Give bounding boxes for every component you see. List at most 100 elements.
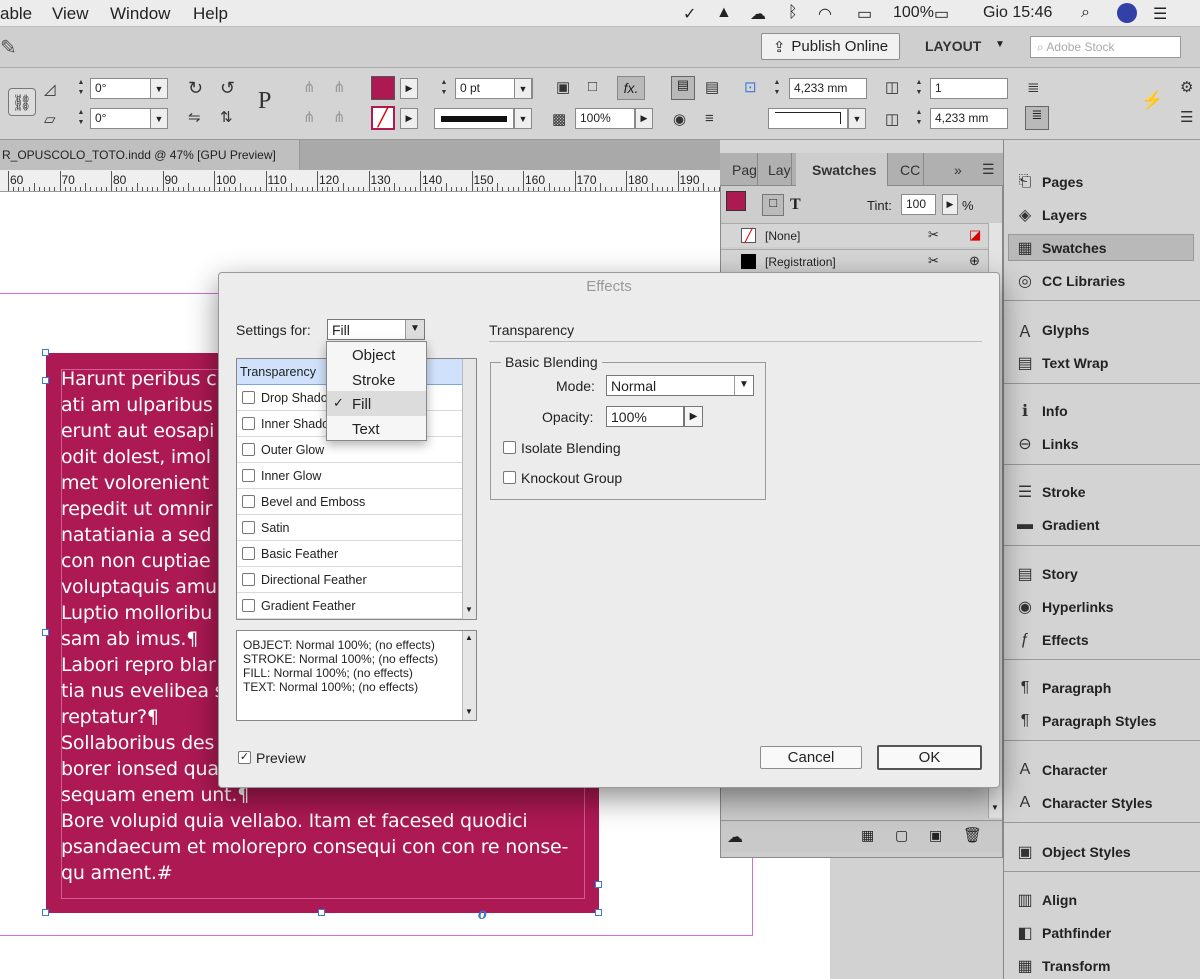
effect-checkbox[interactable] [242,469,255,482]
handle-top-left[interactable] [42,349,49,356]
width-spinner[interactable]: ▲ ▼ [770,78,784,99]
constrain-proportions-icon[interactable]: ⛓ [8,88,36,116]
opacity-slider-button[interactable]: ▶ [684,406,703,427]
dock-item-pages[interactable]: ⎗ Pages [1008,168,1195,195]
effect-checkbox[interactable] [242,417,255,430]
trash-icon[interactable]: 🗑 [963,826,982,844]
align-top-icon[interactable]: ▤ [705,78,719,96]
text-formatting-icon[interactable]: T [790,196,801,214]
dock-item-stroke[interactable]: ☰ Stroke [1008,478,1195,505]
menu-item-text[interactable]: Text [327,417,426,441]
menu-help[interactable]: Help [193,4,228,24]
handle-out-port[interactable] [595,881,602,888]
spotlight-icon[interactable]: ⌕ [1081,4,1090,22]
select-container-icon[interactable]: ⋔ [303,78,316,96]
justify-icon[interactable]: ≣ [1025,106,1049,130]
dock-item-gradient[interactable]: ▬ Gradient [1008,511,1195,538]
chevron-down-icon[interactable]: ▼ [995,39,1005,50]
rotate-spinner[interactable]: ▲ ▼ [74,78,88,99]
tab-pages[interactable]: Pag [732,153,758,186]
effect-item-satin[interactable]: Satin [237,515,462,541]
effect-item-inner-glow[interactable]: Inner Glow [237,463,462,489]
dock-item-character[interactable]: A Character [1008,756,1195,783]
text-frame-options-icon[interactable]: ▤ [671,76,695,100]
menu-item-fill[interactable]: Fill [327,392,426,416]
document-tab[interactable]: R_OPUSCOLO_TOTO.indd @ 47% [GPU Preview] [0,140,300,170]
gutter-field[interactable]: 4,233 mm [930,108,1008,129]
effects-list-scrollbar[interactable]: ▼ [462,359,476,619]
clock[interactable]: Gio 15:46 [983,4,1052,22]
effect-checkbox[interactable] [242,443,255,456]
panel-collapse-icon[interactable]: » [954,162,962,178]
select-prev-icon[interactable]: ⋔ [303,108,316,126]
effect-item-basic-feather[interactable]: Basic Feather [237,541,462,567]
columns-field[interactable]: 1 [930,78,1008,99]
gutter-spinner[interactable]: ▲ ▼ [912,108,926,129]
frame-fitting-icon[interactable]: ⊡ [744,78,757,96]
handle-left-middle[interactable] [42,629,49,636]
dock-item-story[interactable]: ▤ Story [1008,560,1195,587]
dock-item-cc-libraries[interactable]: ◎ CC Libraries [1008,267,1195,294]
dock-item-text-wrap[interactable]: ▤ Text Wrap [1008,349,1195,376]
show-swatches-icon[interactable]: ▦ [861,827,874,844]
effect-checkbox[interactable] [242,521,255,534]
stroke-type-dropdown[interactable]: ▼ [514,108,532,129]
menu-item-stroke[interactable]: Stroke [327,368,426,392]
dock-item-info[interactable]: ℹ Info [1008,397,1195,424]
new-group-icon[interactable]: ▢ [895,827,908,844]
stroke-weight-spinner[interactable]: ▲ ▼ [437,78,451,99]
shear-spinner[interactable]: ▲ ▼ [74,108,88,129]
menu-view[interactable]: View [52,4,89,24]
dock-item-paragraph[interactable]: ¶ Paragraph [1008,674,1195,701]
tab-swatches[interactable]: Swatches [796,153,888,186]
rotate-cw-icon[interactable]: ↻ [188,78,203,99]
knockout-group-checkbox[interactable] [503,471,516,484]
dock-item-swatches[interactable]: ▦ Swatches [1008,234,1195,261]
dock-item-align[interactable]: ▥ Align [1008,886,1195,913]
opacity-input[interactable]: 100% [606,406,684,427]
flip-horizontal-icon[interactable]: ⇋ [188,108,201,126]
swatch-row[interactable]: [Registration] ✂ ⊕ [721,249,988,273]
fill-swatch[interactable] [371,76,395,100]
effect-item-directional-feather[interactable]: Directional Feather [237,567,462,593]
opacity-field[interactable]: 100% [575,108,635,129]
dock-item-paragraph-styles[interactable]: ¶ Paragraph Styles [1008,707,1195,734]
summary-scrollbar[interactable]: ▲ ▼ [462,631,476,720]
tint-dropdown[interactable]: ▶ [942,194,958,215]
handle-bottom-right[interactable] [595,909,602,916]
handle-bottom-middle[interactable] [318,909,325,916]
stroke-style-icon[interactable]: □ [588,78,597,95]
panel-menu-icon[interactable]: ☰ [1180,108,1193,126]
handle-bottom-left[interactable] [42,909,49,916]
rotate-angle-dropdown[interactable]: ▼ [150,78,168,99]
columns-spinner[interactable]: ▲ ▼ [912,78,926,99]
dock-item-transform[interactable]: ▦ Transform [1008,952,1195,979]
airplay-icon[interactable]: ▭ [857,4,872,24]
align-left-icon[interactable]: ≣ [1027,78,1040,96]
ok-button[interactable]: OK [877,745,982,770]
publish-online-button[interactable]: ⇪ Publish Online [761,33,900,60]
dock-item-pathfinder[interactable]: ◧ Pathfinder [1008,919,1195,946]
dock-item-object-styles[interactable]: ▣ Object Styles [1008,838,1195,865]
handle-in-port[interactable] [42,377,49,384]
align-center-icon[interactable]: ◉ [673,110,686,128]
drop-shadow-icon[interactable]: ▣ [556,78,570,96]
quick-apply-icon[interactable]: ⚡ [1141,90,1163,111]
effect-checkbox[interactable] [242,391,255,404]
menu-table[interactable]: able [0,4,32,24]
menu-window[interactable]: Window [110,4,170,24]
fill-stroke-swatch[interactable] [726,191,746,211]
cc-icon[interactable]: ☁ [750,4,766,24]
container-formatting-icon[interactable]: □ [762,194,784,216]
dock-item-character-styles[interactable]: A Character Styles [1008,789,1195,816]
dock-item-glyphs[interactable]: Ａ Glyphs [1008,316,1195,343]
bluetooth-icon[interactable]: ᛒ [788,4,798,22]
fx-button[interactable]: fx. [617,76,645,100]
tab-cc[interactable]: CC [900,153,924,186]
rotate-ccw-icon[interactable]: ↺ [220,78,235,99]
panel-menu-icon[interactable]: ☰ [982,161,995,178]
preview-checkbox[interactable]: ✓ [238,751,251,764]
notification-center-icon[interactable]: ☰ [1153,4,1167,24]
stroke-type-field[interactable] [434,108,514,129]
select-content-icon[interactable]: ⋔ [333,78,346,96]
